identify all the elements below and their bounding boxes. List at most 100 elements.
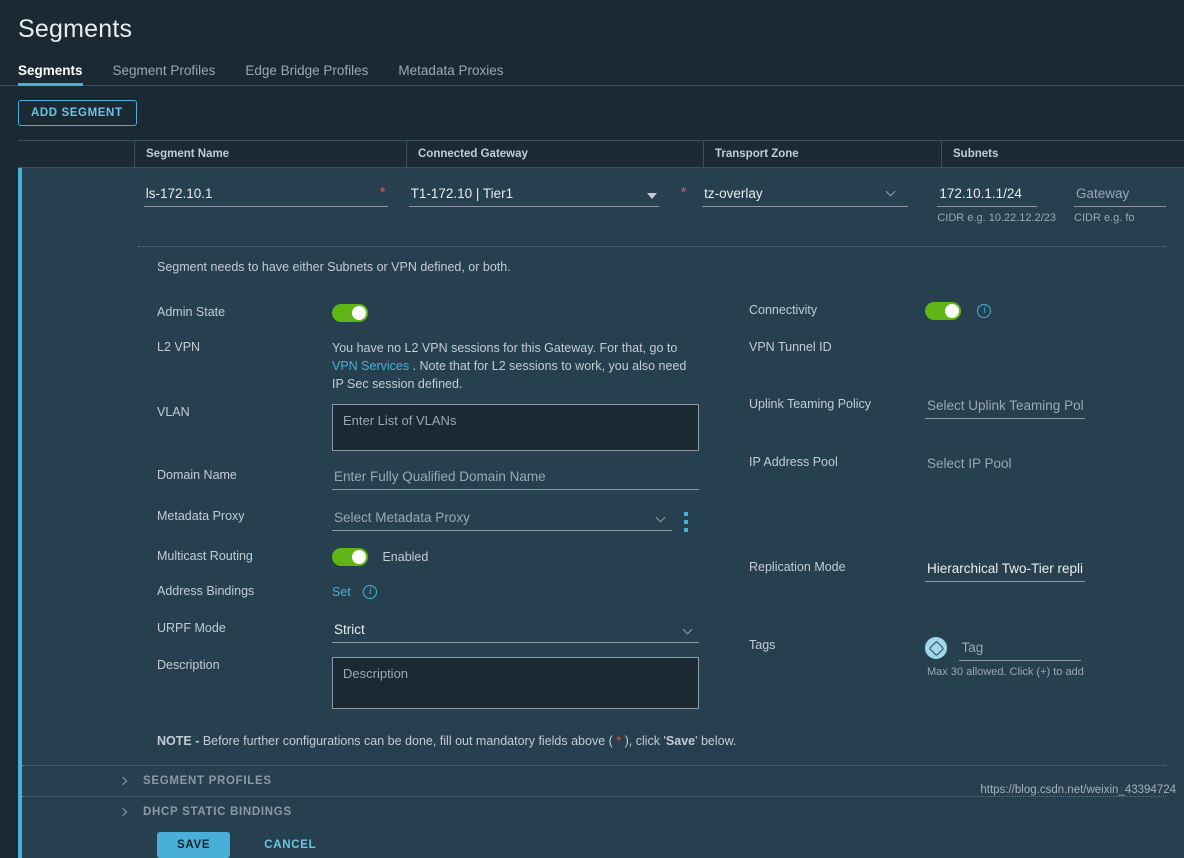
connectivity-label: Connectivity <box>749 303 818 317</box>
vlan-input[interactable] <box>332 404 699 452</box>
cancel-button[interactable]: CANCEL <box>258 838 322 852</box>
row-select-cell <box>22 184 133 224</box>
segment-form-left: Admin State L2 VPN You have no L2 VPN se… <box>22 282 737 714</box>
address-bindings-set-link[interactable]: Set <box>332 585 351 599</box>
urpf-mode-input[interactable] <box>332 620 699 644</box>
tab-segments[interactable]: Segments <box>18 63 97 86</box>
info-icon[interactable]: i <box>977 304 992 318</box>
segment-edit-top-fields: * * CIDR e.g. 10.22.12.2/23 CIDR e.g. fo <box>22 168 1184 224</box>
connected-gateway-input[interactable] <box>408 184 659 207</box>
info-icon[interactable]: i <box>363 585 378 600</box>
metadata-proxy-input[interactable] <box>332 508 672 532</box>
subnet-gateway-input[interactable] <box>1074 184 1166 207</box>
subnets-vpn-notice: Segment needs to have either Subnets or … <box>157 260 511 274</box>
field-l2-vpn: L2 VPN You have no L2 VPN sessions for t… <box>22 339 737 393</box>
admin-state-label: Admin State <box>157 305 226 319</box>
note-text-1: Before further configurations can be don… <box>199 734 617 749</box>
vpn-services-link[interactable]: VPN Services <box>332 359 409 373</box>
table-header-connected-gateway: Connected Gateway <box>406 140 703 168</box>
subnet-gateway-group: CIDR e.g. fo <box>1074 184 1184 224</box>
field-multicast-routing: Multicast Routing Enabled <box>22 548 737 567</box>
accordion-segment-profiles-label: SEGMENT PROFILES <box>143 775 272 788</box>
add-segment-button[interactable]: ADD SEGMENT <box>18 100 137 126</box>
transport-zone-input[interactable] <box>702 184 909 207</box>
kebab-menu-icon[interactable] <box>684 512 688 536</box>
admin-state-toggle[interactable] <box>332 304 368 322</box>
segment-name-cell: * <box>133 184 398 224</box>
subnets-cell: CIDR e.g. 10.22.12.2/23 CIDR e.g. fo <box>926 184 1184 224</box>
tab-segment-profiles[interactable]: Segment Profiles <box>113 63 230 85</box>
toggle-knob <box>352 306 366 320</box>
segment-form: Admin State L2 VPN You have no L2 VPN se… <box>22 274 1184 714</box>
note-text-2: ), click ' <box>621 734 666 749</box>
chevron-down-icon[interactable] <box>646 193 657 199</box>
subnet-cidr-group: CIDR e.g. 10.22.12.2/23 <box>937 184 1074 224</box>
segment-form-right: Connectivity i VPN Tunnel ID Uplink Team… <box>737 282 1184 714</box>
ip-address-pool-label: IP Address Pool <box>749 455 838 470</box>
page-header: Segments <box>0 0 1184 44</box>
save-button[interactable]: SAVE <box>157 832 231 858</box>
segment-name-required-marker: * <box>379 184 386 201</box>
subnet-cidr-hint: CIDR e.g. 10.22.12.2/23 <box>937 212 1056 224</box>
chevron-right-icon <box>118 777 128 786</box>
subnet-gateway-hint: CIDR e.g. fo <box>1074 212 1135 224</box>
field-uplink-teaming-policy: Uplink Teaming Policy <box>737 396 1184 420</box>
vlan-label: VLAN <box>157 405 190 420</box>
field-domain-name: Domain Name <box>22 467 737 491</box>
field-urpf-mode: URPF Mode <box>22 620 737 644</box>
tags-label: Tags <box>749 638 776 653</box>
multicast-routing-state-text: Enabled <box>382 550 429 565</box>
table-header-select <box>18 140 134 168</box>
field-vpn-tunnel-id: VPN Tunnel ID <box>737 339 1184 355</box>
tab-edge-bridge-profiles[interactable]: Edge Bridge Profiles <box>245 63 382 85</box>
tag-icon <box>925 637 947 660</box>
accordion-dhcp-static-bindings[interactable]: DHCP STATIC BINDINGS <box>22 796 1166 827</box>
field-admin-state: Admin State <box>22 304 737 322</box>
connected-gateway-cell: * <box>398 184 692 224</box>
uplink-teaming-policy-input[interactable] <box>925 396 1085 420</box>
replication-mode-label: Replication Mode <box>749 560 846 575</box>
accordion-dhcp-static-bindings-label: DHCP STATIC BINDINGS <box>143 806 292 819</box>
connectivity-toggle[interactable] <box>925 302 961 320</box>
tag-input[interactable] <box>959 638 1082 662</box>
toolbar: ADD SEGMENT <box>0 86 1184 126</box>
multicast-routing-label: Multicast Routing <box>157 549 253 564</box>
table-header-row: Segment Name Connected Gateway Transport… <box>18 140 1184 168</box>
field-vlan: VLAN <box>22 404 737 456</box>
note-bold-prefix: NOTE - <box>157 734 200 749</box>
tabbar: Segments Segment Profiles Edge Bridge Pr… <box>0 58 1184 86</box>
multicast-routing-toggle[interactable] <box>332 548 368 567</box>
table-header-subnets: Subnets <box>941 140 1184 168</box>
table-header-transport-zone: Transport Zone <box>703 140 941 168</box>
l2-vpn-text-before: You have no L2 VPN sessions for this Gat… <box>332 341 678 356</box>
table-header-segment-name: Segment Name <box>134 140 406 168</box>
segment-edit-row: * * CIDR e.g. 10.22.12.2/23 CIDR e.g. fo <box>18 168 1184 858</box>
note-text-3: ' below. <box>695 734 737 749</box>
mandatory-fields-note: NOTE - Before further configurations can… <box>22 714 1184 748</box>
segment-name-input[interactable] <box>143 184 388 207</box>
form-footer: SAVE CANCEL <box>22 827 1184 858</box>
field-ip-address-pool: IP Address Pool <box>737 454 1184 477</box>
address-bindings-label: Address Bindings <box>157 584 255 599</box>
replication-mode-input[interactable] <box>925 559 1085 583</box>
connected-gateway-required-marker: * <box>680 184 687 201</box>
toggle-knob <box>945 304 959 318</box>
description-label: Description <box>157 658 220 673</box>
segments-table: Segment Name Connected Gateway Transport… <box>18 140 1184 858</box>
vpn-tunnel-id-label: VPN Tunnel ID <box>749 340 832 355</box>
description-input[interactable] <box>332 657 699 710</box>
subnet-cidr-input[interactable] <box>937 184 1038 207</box>
domain-name-label: Domain Name <box>157 468 237 483</box>
uplink-teaming-policy-label: Uplink Teaming Policy <box>749 397 872 412</box>
tab-metadata-proxies[interactable]: Metadata Proxies <box>398 63 517 85</box>
toggle-knob <box>352 550 366 565</box>
domain-name-input[interactable] <box>332 467 699 491</box>
tags-hint: Max 30 allowed. Click (+) to add <box>927 666 1084 679</box>
metadata-proxy-label: Metadata Proxy <box>157 509 245 524</box>
accordion-segment-profiles[interactable]: SEGMENT PROFILES <box>22 765 1166 796</box>
ip-address-pool-input[interactable] <box>925 454 1085 477</box>
field-metadata-proxy: Metadata Proxy <box>22 508 737 533</box>
field-tags: Tags Max 30 allowed. Click (+) to add <box>737 637 1184 678</box>
page-title: Segments <box>18 15 133 43</box>
transport-zone-cell <box>691 184 926 224</box>
